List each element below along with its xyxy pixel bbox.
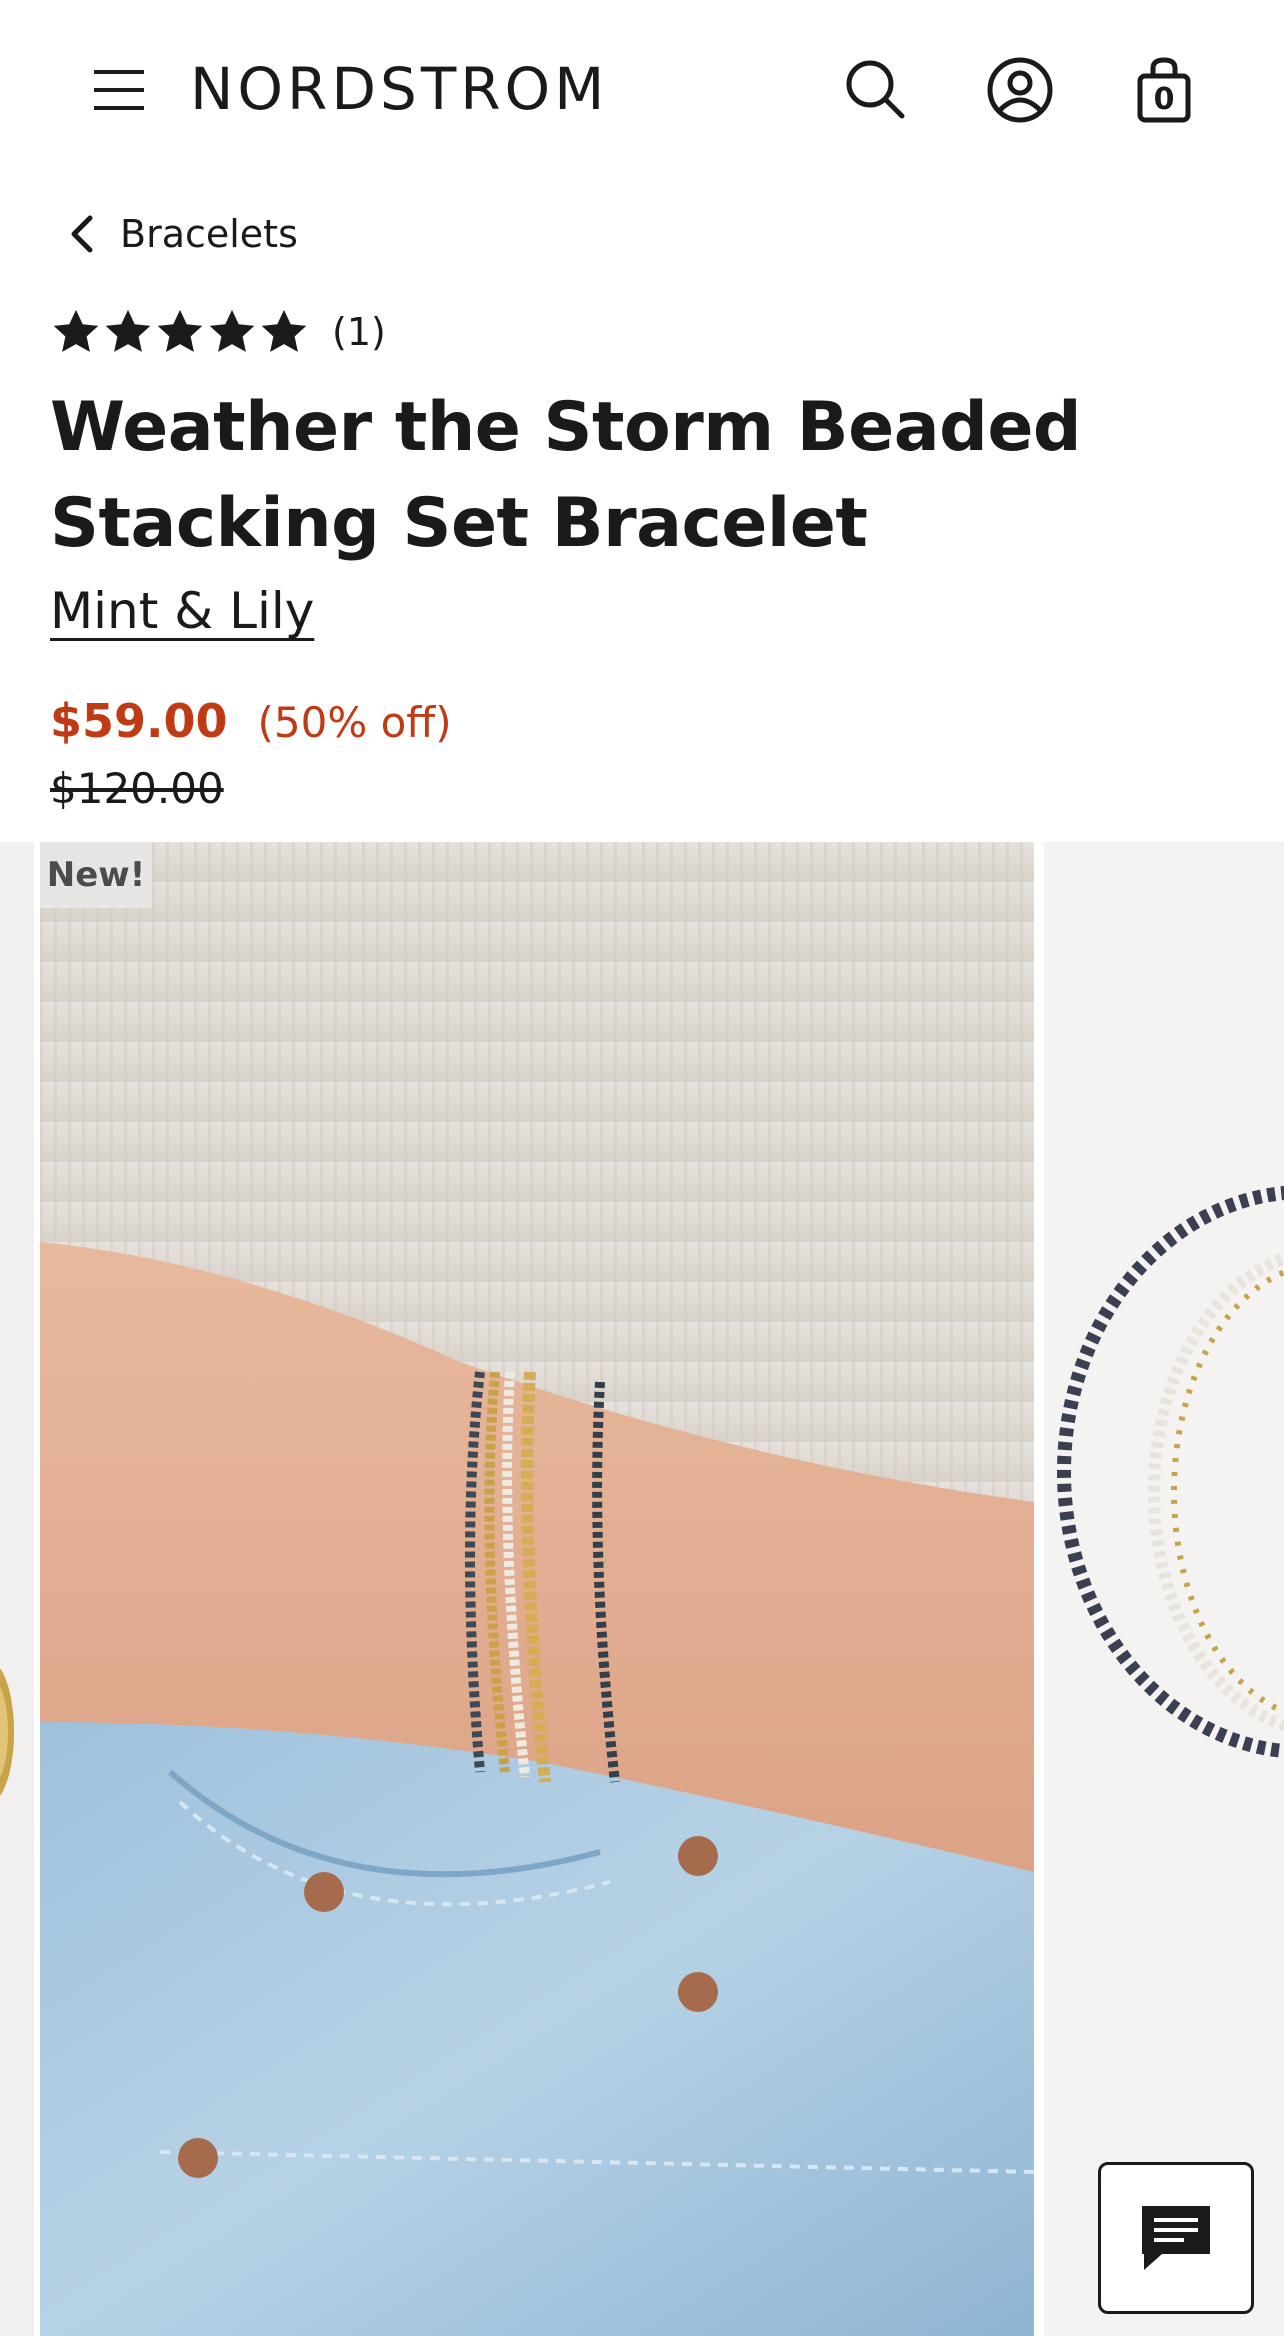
product-title: Weather the Storm Beaded Stacking Set Br… (50, 388, 1082, 563)
bag-item-count: 0 (1153, 82, 1175, 117)
star-icon (157, 309, 203, 352)
star-icon (105, 309, 151, 352)
gold-bracelet-image (0, 1668, 14, 1796)
chevron-left-icon (71, 215, 93, 253)
star-icon (53, 309, 99, 352)
bracelet-set-flatlay-image (1057, 1185, 1284, 1759)
site-header: NORDSTROM 0 (0, 0, 1284, 180)
review-count: (1) (332, 310, 386, 354)
rating-stars (50, 306, 310, 358)
account-button[interactable] (984, 54, 1056, 126)
star-icon (261, 309, 307, 352)
nordstrom-logo[interactable]: NORDSTROM (190, 54, 608, 124)
previous-product-image[interactable] (0, 842, 34, 2336)
breadcrumb-label: Bracelets (120, 212, 298, 256)
search-icon (846, 60, 905, 119)
search-button[interactable] (840, 54, 912, 126)
next-product-image[interactable] (1044, 842, 1284, 2336)
shopping-bag-button[interactable]: 0 (1128, 54, 1200, 126)
model-wearing-bracelets-image (40, 842, 1034, 2336)
chat-button[interactable] (1098, 2162, 1254, 2314)
discount-label: (50% off) (257, 698, 452, 747)
menu-button[interactable] (90, 60, 150, 120)
new-badge: New! (40, 842, 152, 908)
sale-price: $59.00 (50, 694, 228, 748)
product-image-carousel[interactable]: New! (0, 842, 1284, 2336)
brand-link[interactable]: Mint & Lily (50, 578, 314, 644)
hamburger-menu-icon (94, 70, 144, 110)
breadcrumb-back-link[interactable]: Bracelets (64, 206, 298, 262)
product-rating[interactable]: (1) (50, 300, 386, 364)
main-product-image[interactable]: New! (40, 842, 1034, 2336)
chat-icon (1142, 2206, 1210, 2270)
star-icon (209, 309, 255, 352)
original-price: $120.00 (50, 764, 224, 813)
price-row: $59.00 (50% off) (50, 694, 452, 748)
account-icon (987, 57, 1053, 123)
